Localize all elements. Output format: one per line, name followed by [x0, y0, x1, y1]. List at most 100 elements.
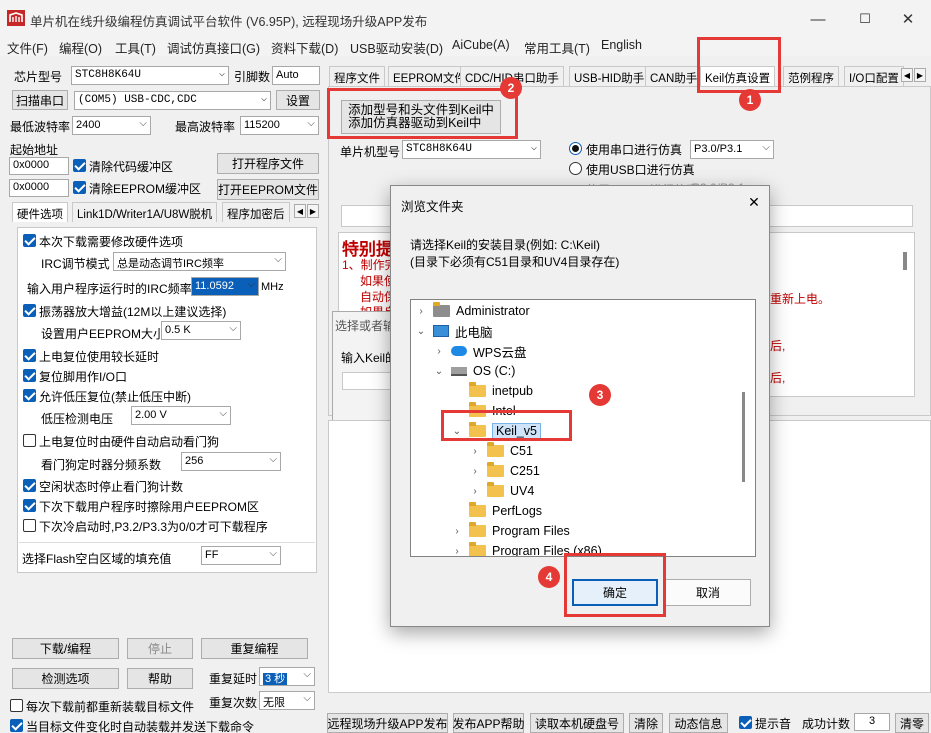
- cold-start-checkbox[interactable]: [23, 519, 36, 532]
- chevron-right-icon: ›: [455, 525, 459, 537]
- open-eeprom-button[interactable]: 打开EEPROM文件: [217, 179, 319, 200]
- menu-common-tools[interactable]: 常用工具(T): [524, 38, 590, 57]
- right-tab-strip: 程序文件 EEPROM文件 CDC/HID串口助手 USB-HID助手 CAN助…: [328, 66, 931, 86]
- tab-hardware-options[interactable]: 硬件选项: [12, 202, 68, 222]
- clear-button[interactable]: 清除: [629, 713, 663, 733]
- close-button[interactable]: ✕: [885, 6, 931, 32]
- tab-can[interactable]: CAN助手: [645, 66, 703, 86]
- detect-options-button[interactable]: 检测选项: [12, 668, 119, 689]
- menu-download[interactable]: 资料下载(D): [271, 38, 338, 57]
- long-delay-checkbox[interactable]: [23, 349, 36, 362]
- tree-item-administrator[interactable]: › Administrator: [415, 301, 530, 321]
- chevron-down-icon: ⌄: [434, 365, 444, 377]
- menu-usb-driver[interactable]: USB驱动安装(D): [350, 38, 443, 57]
- tab-io-config[interactable]: I/O口配置: [844, 66, 904, 86]
- publish-help-button[interactable]: 发布APP帮助: [453, 713, 525, 733]
- beep-checkbox[interactable]: [739, 716, 752, 729]
- tree-item-inetpub[interactable]: inetpub: [469, 381, 533, 401]
- menu-program[interactable]: 编程(O): [59, 38, 102, 57]
- cancel-button[interactable]: 取消: [665, 579, 751, 606]
- chevron-right-icon: ›: [473, 485, 477, 497]
- scan-port-button[interactable]: 扫描串口: [12, 90, 68, 110]
- port-select[interactable]: (COM5) USB-CDC,CDC ⌵: [74, 91, 271, 110]
- tab-link1d[interactable]: Link1D/Writer1A/U8W脱机: [72, 202, 218, 222]
- tab-eeprom-file[interactable]: EEPROM文件: [388, 66, 471, 86]
- repeat-count-select[interactable]: 无限 ⌵: [259, 691, 315, 710]
- tree-item-c-drive[interactable]: ⌄ OS (C:): [433, 361, 516, 381]
- dialog-close-icon[interactable]: ✕: [743, 192, 765, 212]
- usb-sim-radio[interactable]: [569, 162, 582, 175]
- stop-button[interactable]: 停止: [127, 638, 193, 659]
- modify-hw-checkbox[interactable]: [23, 234, 36, 247]
- usb-sim-label: 使用USB口进行仿真: [586, 163, 695, 177]
- tree-item-program-files[interactable]: › Program Files: [451, 521, 570, 541]
- max-baud-select[interactable]: 115200 ⌵: [240, 116, 319, 135]
- mcu-model-select[interactable]: STC8H8K64U ⌵: [402, 140, 541, 159]
- eeprom-size-select[interactable]: 0.5 K ⌵: [161, 321, 241, 340]
- menu-tools[interactable]: 工具(T): [115, 38, 156, 57]
- irc-mode-select[interactable]: 总是动态调节IRC频率 ⌵: [113, 252, 286, 271]
- tab-usb-hid[interactable]: USB-HID助手: [569, 66, 650, 86]
- clear-eeprom-checkbox[interactable]: [73, 181, 86, 194]
- serial-port-select[interactable]: P3.0/P3.1 ⌵: [690, 140, 774, 159]
- tab-program-file[interactable]: 程序文件: [329, 66, 385, 86]
- flash-fill-select[interactable]: FF ⌵: [201, 546, 281, 565]
- clear-count-button[interactable]: 清零: [895, 713, 929, 733]
- watchdog-div-select[interactable]: 256 ⌵: [181, 452, 281, 471]
- idle-stop-watchdog-checkbox[interactable]: [23, 479, 36, 492]
- irc-freq-select[interactable]: 11.0592 ⌵: [191, 277, 259, 296]
- notice-scrollbar[interactable]: [903, 252, 907, 270]
- tree-item-wps-cloud[interactable]: › WPS云盘: [433, 341, 526, 361]
- reset-pin-io-checkbox[interactable]: [23, 369, 36, 382]
- settings-button[interactable]: 设置: [276, 90, 320, 110]
- low-voltage-select[interactable]: 2.00 V ⌵: [131, 406, 231, 425]
- menu-debug-interface[interactable]: 调试仿真接口(G): [167, 38, 260, 57]
- oscillator-gain-checkbox[interactable]: [23, 304, 36, 317]
- auto-watchdog-checkbox[interactable]: [23, 434, 36, 447]
- read-disk-button[interactable]: 读取本机硬盘号: [530, 713, 624, 733]
- tree-scrollbar[interactable]: [742, 392, 745, 482]
- low-voltage-reset-checkbox[interactable]: [23, 389, 36, 402]
- maximize-button[interactable]: ☐: [842, 6, 888, 32]
- dynamic-info-button[interactable]: 动态信息: [669, 713, 728, 733]
- start-address-label: 起始地址: [10, 143, 59, 157]
- eeprom-size-label: 设置用户EEPROM大小: [41, 327, 166, 341]
- open-program-button[interactable]: 打开程序文件: [217, 153, 319, 174]
- menu-aicube[interactable]: AiCube(A): [452, 38, 510, 52]
- clear-code-checkbox[interactable]: [73, 159, 86, 172]
- sub-dialog-input[interactable]: [342, 372, 394, 390]
- help-button[interactable]: 帮助: [127, 668, 193, 689]
- auto-send-checkbox[interactable]: [10, 719, 23, 732]
- erase-eeprom-checkbox[interactable]: [23, 499, 36, 512]
- publish-app-button[interactable]: 远程现场升级APP发布: [327, 713, 448, 733]
- horizontal-scrollbar[interactable]: [328, 692, 931, 706]
- tab-examples[interactable]: 范例程序: [783, 66, 839, 86]
- annotation-box-3: [441, 410, 572, 441]
- tab-scroll-right-icon[interactable]: ▶: [307, 204, 319, 218]
- cloud-icon: [451, 346, 467, 356]
- menu-english[interactable]: English: [601, 38, 642, 52]
- reprogram-button[interactable]: 重复编程: [201, 638, 308, 659]
- tab-scroll-left-icon[interactable]: ◀: [901, 68, 913, 82]
- reload-checkbox[interactable]: [10, 699, 23, 712]
- annotation-box-2: [327, 88, 518, 139]
- tab-encryption[interactable]: 程序加密后: [222, 202, 290, 222]
- minimize-button[interactable]: —: [795, 6, 841, 32]
- serial-sim-radio[interactable]: [569, 142, 582, 155]
- min-baud-select[interactable]: 2400 ⌵: [72, 116, 151, 135]
- tab-scroll-left-icon[interactable]: ◀: [294, 204, 306, 218]
- tree-item-this-pc[interactable]: ⌄ 此电脑: [415, 321, 493, 341]
- tree-item-c51[interactable]: › C51: [469, 441, 533, 461]
- eeprom-address-input[interactable]: 0x0000: [9, 179, 69, 197]
- menu-file[interactable]: 文件(F): [7, 38, 48, 57]
- download-button[interactable]: 下载/编程: [12, 638, 119, 659]
- chevron-down-icon: ⌵: [303, 669, 311, 680]
- tab-scroll-right-icon[interactable]: ▶: [914, 68, 926, 82]
- code-address-input[interactable]: 0x0000: [9, 157, 69, 175]
- pins-select[interactable]: Auto: [272, 66, 320, 85]
- tree-item-c251[interactable]: › C251: [469, 461, 540, 481]
- repeat-delay-select[interactable]: 3 秒 ⌵: [259, 667, 315, 686]
- tree-item-uv4[interactable]: › UV4: [469, 481, 534, 501]
- tree-item-perflogs[interactable]: PerfLogs: [469, 501, 542, 521]
- chip-model-select[interactable]: STC8H8K64U ⌵: [71, 66, 229, 85]
